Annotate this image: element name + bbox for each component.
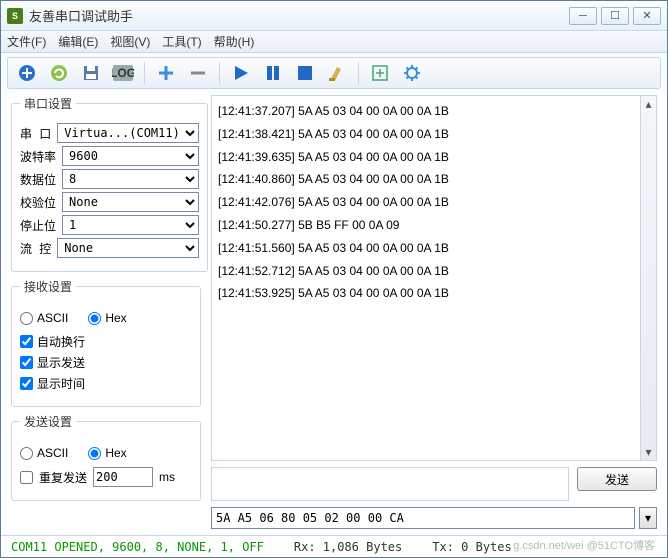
repeat-send-label: 重复发送 <box>39 469 87 486</box>
stop-button[interactable] <box>292 60 318 86</box>
play-button[interactable] <box>228 60 254 86</box>
right-panel: [12:41:37.207] 5A A5 03 04 00 0A 00 0A 1… <box>211 95 657 529</box>
menu-help[interactable]: 帮助(H) <box>214 33 255 50</box>
clear-button[interactable] <box>324 60 350 86</box>
hex-input[interactable] <box>211 507 635 529</box>
status-connection: COM11 OPENED, 9600, 8, NONE, 1, OFF <box>11 540 264 554</box>
recv-ascii-radio[interactable] <box>20 312 33 325</box>
repeat-unit: ms <box>159 470 175 484</box>
remove-button[interactable] <box>185 60 211 86</box>
minimize-button[interactable]: ─ <box>569 7 597 25</box>
log-line: [12:41:50.277] 5B B5 FF 00 0A 09 <box>218 214 650 237</box>
toolbar-separator <box>358 62 359 84</box>
window-controls: ─ ☐ ✕ <box>569 7 661 25</box>
log-line: [12:41:42.076] 5A A5 03 04 00 0A 00 0A 1… <box>218 191 650 214</box>
menu-view[interactable]: 视图(V) <box>110 33 150 50</box>
chevron-down-icon: ▾ <box>645 511 651 525</box>
app-window: S 友善串口调试助手 ─ ☐ ✕ 文件(F) 编辑(E) 视图(V) 工具(T)… <box>0 0 668 558</box>
send-settings-legend: 发送设置 <box>20 413 76 430</box>
refresh-button[interactable] <box>46 60 72 86</box>
auto-wrap-label: 自动换行 <box>37 333 85 350</box>
menu-bar: 文件(F) 编辑(E) 视图(V) 工具(T) 帮助(H) <box>1 31 667 53</box>
parity-label: 校验位 <box>20 194 56 211</box>
menu-edit[interactable]: 编辑(E) <box>58 33 98 50</box>
auto-wrap-check[interactable] <box>20 335 33 348</box>
send-settings-group: 发送设置 ASCII Hex 重复发送 ms <box>11 413 201 501</box>
status-rx: Rx: 1,086 Bytes <box>294 540 402 554</box>
log-line: [12:41:53.925] 5A A5 03 04 00 0A 00 0A 1… <box>218 282 650 305</box>
flow-label: 流 控 <box>20 240 51 257</box>
log-line: [12:41:39.635] 5A A5 03 04 00 0A 00 0A 1… <box>218 146 650 169</box>
recv-settings-legend: 接收设置 <box>20 278 76 295</box>
status-tx: Tx: 0 Bytes <box>432 540 511 554</box>
watermark: g.csdn.net/wei @51CTO博客 <box>513 537 655 553</box>
app-icon: S <box>7 8 23 24</box>
send-area: 发送 <box>211 467 657 501</box>
stop-label: 停止位 <box>20 217 56 234</box>
save-button[interactable] <box>78 60 104 86</box>
scroll-up-icon[interactable]: ▴ <box>641 96 656 112</box>
scrollbar[interactable]: ▴ ▾ <box>640 96 656 460</box>
send-hex-radio[interactable] <box>88 447 101 460</box>
port-settings-group: 串口设置 串 口 Virtua...(COM11) 波特率 9600 数据位 8 校验… <box>11 95 208 272</box>
baud-select[interactable]: 9600 <box>62 146 199 166</box>
left-panel: 串口设置 串 口 Virtua...(COM11) 波特率 9600 数据位 8 校验… <box>11 95 201 529</box>
window-button[interactable] <box>367 60 393 86</box>
send-hex-label: Hex <box>105 446 126 460</box>
menu-tools[interactable]: 工具(T) <box>162 33 201 50</box>
log-output[interactable]: [12:41:37.207] 5A A5 03 04 00 0A 00 0A 1… <box>211 95 657 461</box>
log-button[interactable]: LOG <box>110 60 136 86</box>
flow-select[interactable]: None <box>57 238 199 258</box>
log-line: [12:41:38.421] 5A A5 03 04 00 0A 00 0A 1… <box>218 123 650 146</box>
tx-textarea[interactable] <box>211 467 569 501</box>
toolbar-container: LOG <box>1 53 667 95</box>
baud-label: 波特率 <box>20 148 56 165</box>
title-bar: S 友善串口调试助手 ─ ☐ ✕ <box>1 1 667 31</box>
pause-button[interactable] <box>260 60 286 86</box>
show-time-check[interactable] <box>20 377 33 390</box>
show-tx-label: 显示发送 <box>37 354 85 371</box>
settings-button[interactable] <box>399 60 425 86</box>
send-ascii-label: ASCII <box>37 446 68 460</box>
status-bar: COM11 OPENED, 9600, 8, NONE, 1, OFF Rx: … <box>1 535 667 557</box>
main-area: 串口设置 串 口 Virtua...(COM11) 波特率 9600 数据位 8 校验… <box>1 95 667 535</box>
show-tx-check[interactable] <box>20 356 33 369</box>
log-line: [12:41:37.207] 5A A5 03 04 00 0A 00 0A 1… <box>218 100 650 123</box>
send-button[interactable]: 发送 <box>577 467 657 491</box>
svg-text:LOG: LOG <box>112 66 134 80</box>
hex-history-row: ▾ <box>211 507 657 529</box>
repeat-interval-input[interactable] <box>93 467 153 487</box>
new-button[interactable] <box>14 60 40 86</box>
log-line: [12:41:51.560] 5A A5 03 04 00 0A 00 0A 1… <box>218 237 650 260</box>
menu-file[interactable]: 文件(F) <box>7 33 46 50</box>
port-settings-legend: 串口设置 <box>20 95 76 112</box>
add-button[interactable] <box>153 60 179 86</box>
recv-hex-label: Hex <box>105 311 126 325</box>
log-line: [12:41:52.712] 5A A5 03 04 00 0A 00 0A 1… <box>218 260 650 283</box>
data-select[interactable]: 8 <box>62 169 199 189</box>
maximize-button[interactable]: ☐ <box>601 7 629 25</box>
repeat-send-check[interactable] <box>20 471 33 484</box>
close-button[interactable]: ✕ <box>633 7 661 25</box>
parity-select[interactable]: None <box>62 192 199 212</box>
toolbar-separator <box>219 62 220 84</box>
recv-settings-group: 接收设置 ASCII Hex 自动换行 显示发送 显示时间 <box>11 278 201 407</box>
window-title: 友善串口调试助手 <box>29 6 569 25</box>
recv-hex-radio[interactable] <box>88 312 101 325</box>
send-ascii-radio[interactable] <box>20 447 33 460</box>
show-time-label: 显示时间 <box>37 375 85 392</box>
port-label: 串 口 <box>20 125 51 142</box>
hex-dropdown-button[interactable]: ▾ <box>639 507 657 529</box>
port-select[interactable]: Virtua...(COM11) <box>57 123 199 143</box>
recv-ascii-label: ASCII <box>37 311 68 325</box>
stop-select[interactable]: 1 <box>62 215 199 235</box>
log-line: [12:41:40.860] 5A A5 03 04 00 0A 00 0A 1… <box>218 168 650 191</box>
toolbar-separator <box>144 62 145 84</box>
toolbar: LOG <box>7 57 661 89</box>
scroll-down-icon[interactable]: ▾ <box>641 444 656 460</box>
data-label: 数据位 <box>20 171 56 188</box>
